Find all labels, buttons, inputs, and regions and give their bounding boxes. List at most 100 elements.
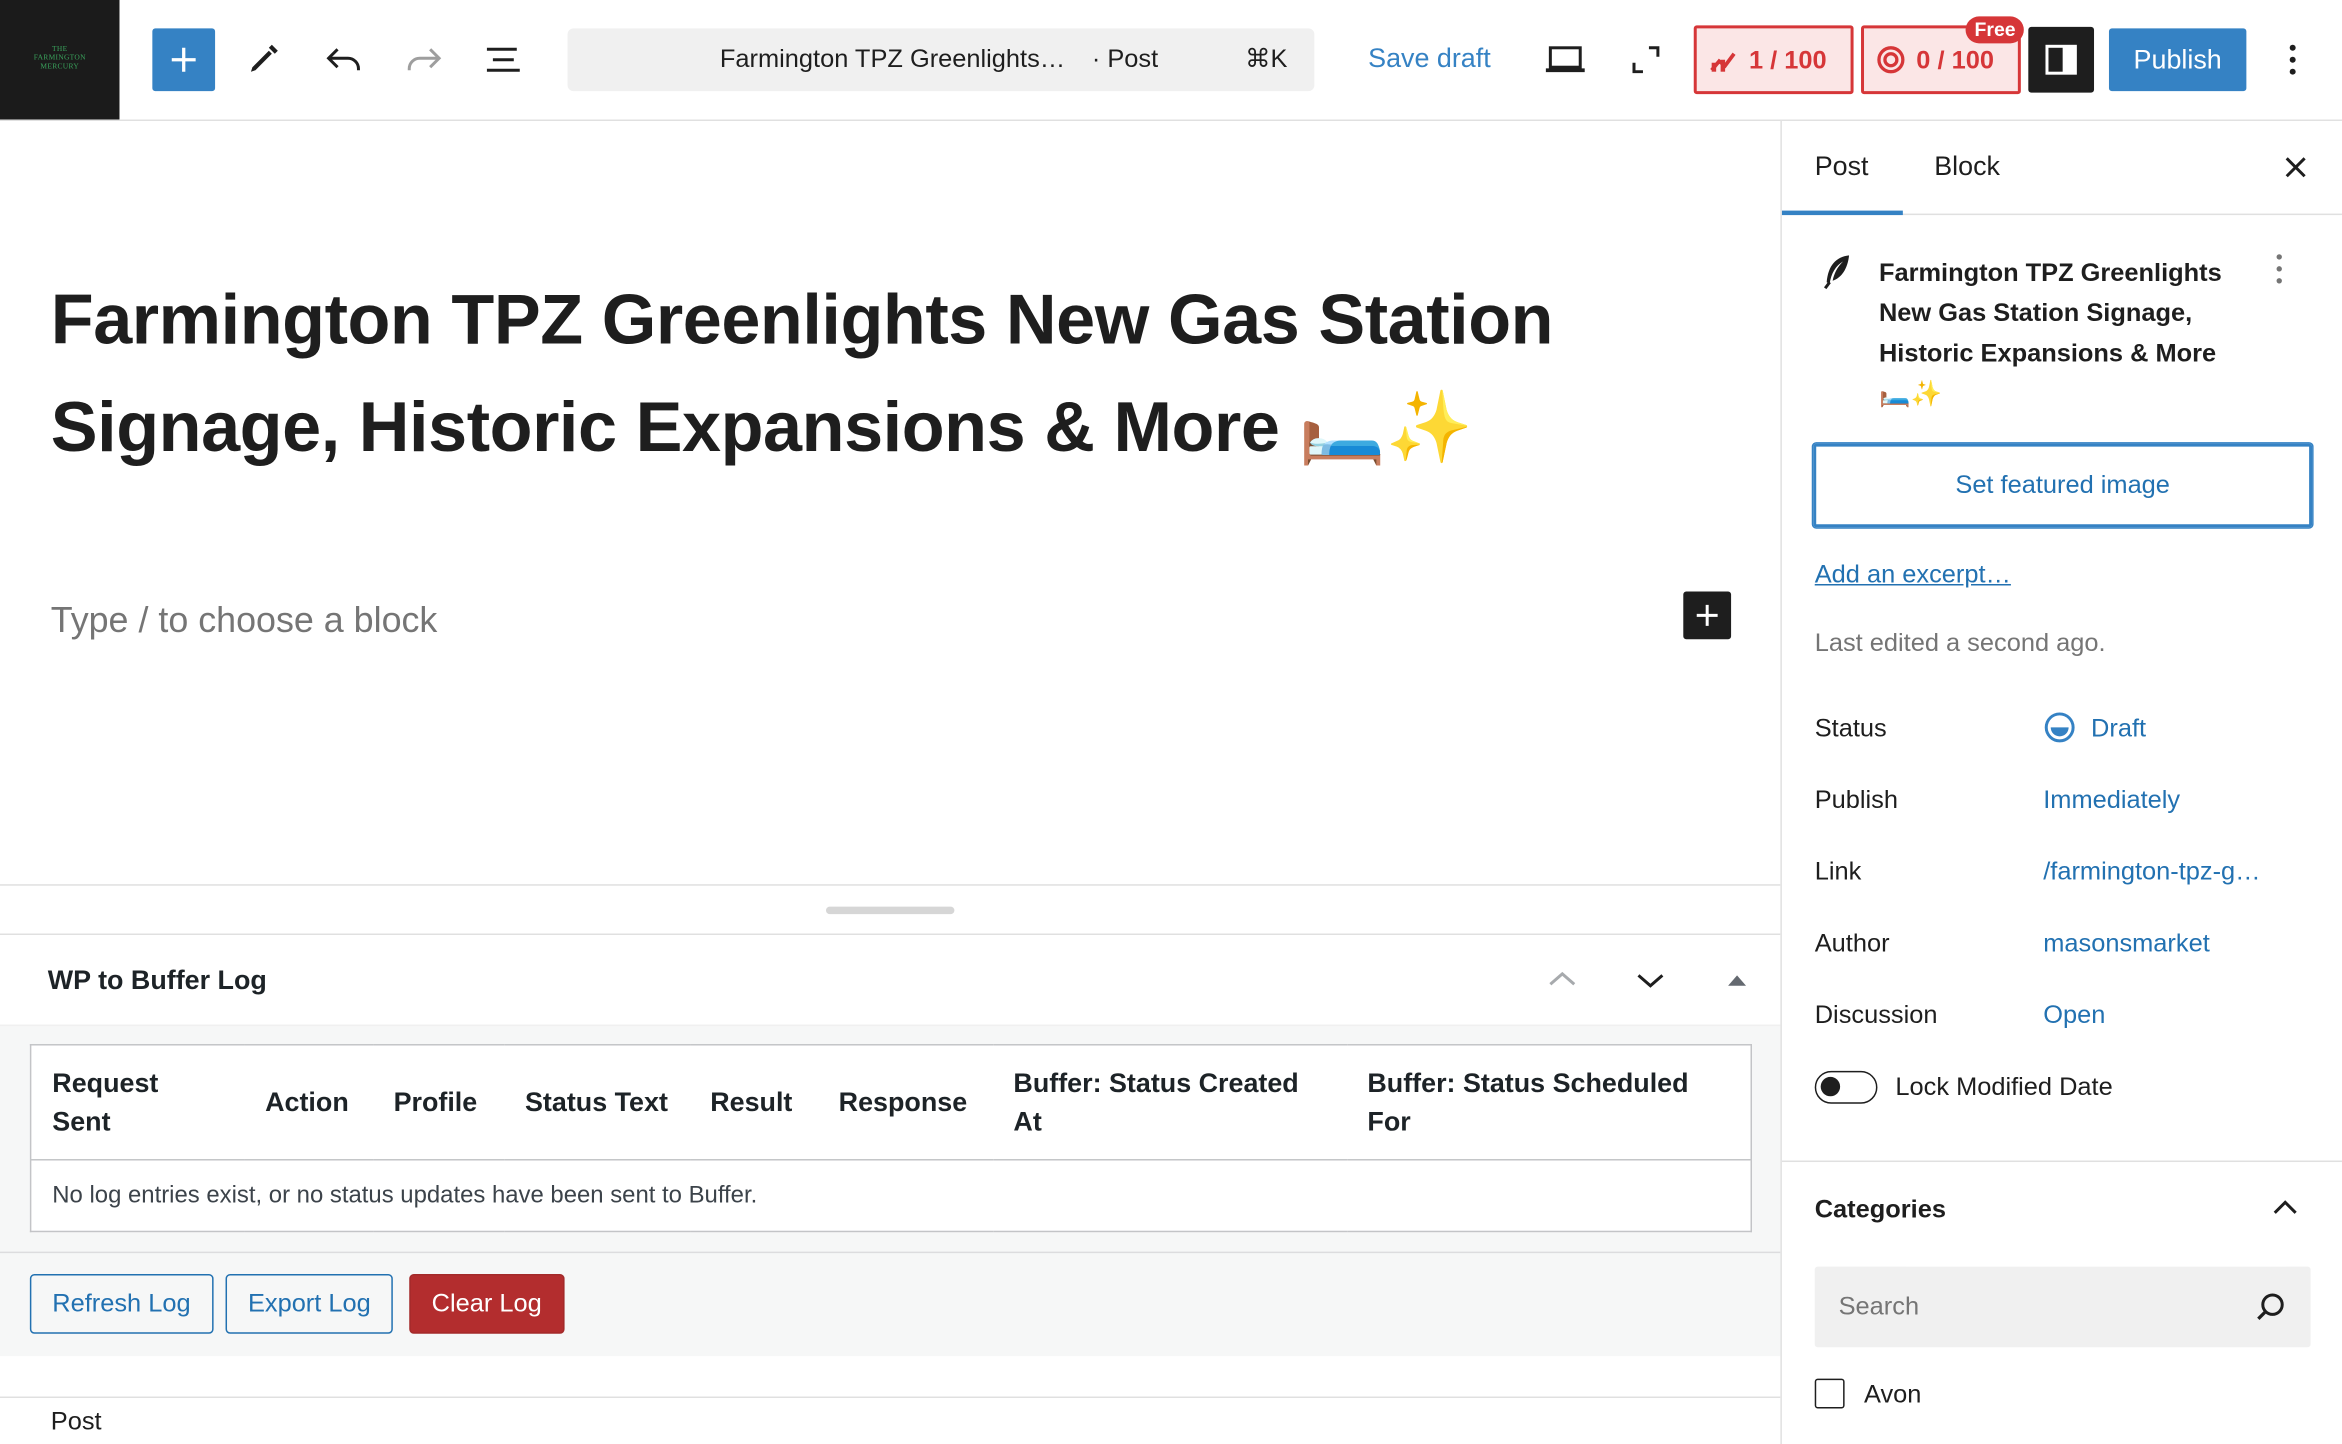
categories-panel: Categories Avon bbox=[1781, 1160, 2342, 1444]
status-value-button[interactable]: Draft bbox=[2091, 714, 2146, 744]
search-icon bbox=[2257, 1293, 2284, 1321]
table-row: No log entries exist, or no status updat… bbox=[31, 1160, 1752, 1232]
empty-log-message: No log entries exist, or no status updat… bbox=[52, 1182, 758, 1208]
site-logo-line: FARMINGTON bbox=[33, 55, 86, 63]
seo-score-value: 1 / 100 bbox=[1749, 46, 1827, 75]
add-block-button[interactable] bbox=[1683, 591, 1732, 640]
site-logo-line: MERCURY bbox=[40, 64, 80, 72]
pencil-icon bbox=[250, 44, 278, 72]
post-title-input[interactable]: Farmington TPZ Greenlights New Gas Stati… bbox=[51, 266, 1664, 481]
lock-modified-date-label: Lock Modified Date bbox=[1895, 1072, 2113, 1101]
editor-header: THE FARMINGTON MERCURY Farmington TPZ Gr… bbox=[0, 0, 2342, 121]
sidebar-icon bbox=[2045, 44, 2077, 75]
categories-panel-title[interactable]: Categories bbox=[1815, 1195, 1946, 1225]
breadcrumb-post[interactable]: Post bbox=[51, 1407, 102, 1437]
column-header: Response bbox=[817, 1044, 993, 1161]
column-header: Action bbox=[244, 1044, 373, 1161]
category-search-box bbox=[1814, 1266, 2311, 1348]
table-header-row: Request Sent Action Profile Status Text … bbox=[30, 1044, 1752, 1161]
export-log-button[interactable]: Export Log bbox=[225, 1274, 394, 1334]
column-header: Status Text bbox=[504, 1044, 690, 1161]
laptop-icon bbox=[1545, 46, 1585, 73]
site-logo-line: THE bbox=[52, 46, 68, 54]
lock-modified-date-toggle[interactable] bbox=[1814, 1070, 1878, 1104]
toggle-knob bbox=[1820, 1076, 1841, 1097]
metabox-title: WP to Buffer Log bbox=[47, 964, 267, 995]
plus-icon bbox=[1696, 604, 1718, 626]
document-bar[interactable]: Farmington TPZ Greenlights… · Post ⌘K bbox=[567, 28, 1315, 92]
redo-button[interactable] bbox=[393, 28, 456, 91]
tab-block[interactable]: Block bbox=[1934, 151, 2000, 182]
refresh-log-button[interactable]: Refresh Log bbox=[29, 1274, 214, 1334]
category-search-input[interactable] bbox=[1814, 1266, 2248, 1348]
column-header: Buffer: Status Created At bbox=[992, 1044, 1347, 1161]
plus-icon bbox=[171, 47, 196, 72]
list-view-icon bbox=[486, 47, 520, 72]
clear-log-button[interactable]: Clear Log bbox=[409, 1274, 565, 1334]
buffer-log-table: Request Sent Action Profile Status Text … bbox=[29, 1044, 1752, 1233]
discussion-button[interactable]: Open bbox=[2043, 1001, 2105, 1031]
metabox-body: Request Sent Action Profile Status Text … bbox=[0, 1024, 1781, 1357]
target-icon bbox=[1877, 46, 1905, 74]
publish-date-button[interactable]: Immediately bbox=[2043, 786, 2180, 816]
feather-icon bbox=[1823, 255, 1850, 290]
category-label: Avon bbox=[1864, 1380, 1922, 1409]
sidebar-post-title: Farmington TPZ Greenlights New Gas Stati… bbox=[1878, 258, 2222, 408]
wp-to-buffer-log-metabox: WP to Buffer Log Request Sent Action Pro… bbox=[0, 934, 1781, 1357]
undo-button[interactable] bbox=[312, 28, 375, 91]
empty-block-placeholder[interactable]: Type / to choose a block bbox=[51, 600, 438, 642]
app-root: THE FARMINGTON MERCURY Farmington TPZ Gr… bbox=[0, 0, 2342, 1444]
discussion-label: Discussion bbox=[1814, 1000, 1938, 1030]
publish-button[interactable]: Publish bbox=[2108, 28, 2247, 92]
undo-icon bbox=[326, 48, 360, 71]
site-logo-button[interactable]: THE FARMINGTON MERCURY bbox=[0, 0, 120, 120]
fullscreen-icon bbox=[1632, 46, 1660, 74]
add-excerpt-link[interactable]: Add an excerpt… bbox=[1815, 560, 2011, 590]
chevron-up-icon[interactable] bbox=[2269, 1192, 2302, 1225]
document-type: · Post bbox=[1091, 44, 1159, 74]
author-button[interactable]: masonsmarket bbox=[2043, 929, 2210, 959]
chart-icon bbox=[1710, 52, 1736, 72]
resize-handle[interactable] bbox=[825, 906, 955, 915]
tools-button[interactable] bbox=[232, 28, 295, 91]
last-edited-text: Last edited a second ago. bbox=[1814, 628, 2106, 658]
command-shortcut: ⌘K bbox=[1245, 44, 1288, 74]
collapse-toggle-icon[interactable] bbox=[1725, 971, 1749, 989]
log-actions: Refresh Log Export Log Clear Log bbox=[0, 1251, 1781, 1357]
set-featured-image-button[interactable]: Set featured image bbox=[1813, 443, 2313, 528]
document-overview-button[interactable] bbox=[472, 28, 535, 91]
sidebar-tabs: Post Block bbox=[1781, 121, 2342, 216]
block-breadcrumb-footer: Post bbox=[0, 1396, 1781, 1444]
column-header: Profile bbox=[372, 1044, 505, 1161]
redo-icon bbox=[407, 48, 442, 71]
post-actions-ellipsis-icon[interactable] bbox=[2275, 252, 2284, 285]
chevron-up-icon[interactable] bbox=[1544, 962, 1580, 998]
editor-canvas: Farmington TPZ Greenlights New Gas Stati… bbox=[0, 122, 1781, 885]
tab-post[interactable]: Post bbox=[1815, 151, 1869, 182]
settings-sidebar: Post Block Farmington TPZ Greenlights Ne… bbox=[1780, 120, 2342, 1444]
seo-score-badge[interactable]: 1 / 100 bbox=[1693, 25, 1854, 95]
document-title: Farmington TPZ Greenlights… bbox=[719, 44, 1066, 74]
metabox-resize-bar[interactable] bbox=[0, 884, 1781, 935]
category-checkbox[interactable] bbox=[1814, 1378, 1845, 1409]
fullscreen-button[interactable] bbox=[1615, 28, 1678, 91]
link-label: Link bbox=[1814, 857, 1862, 886]
block-inserter-button[interactable] bbox=[152, 28, 216, 92]
options-menu-button[interactable] bbox=[2261, 28, 2324, 91]
preview-button[interactable] bbox=[1534, 28, 1597, 91]
column-header: Buffer: Status Scheduled For bbox=[1346, 1044, 1752, 1161]
active-tab-indicator bbox=[1781, 210, 1903, 216]
vertical-ellipsis-icon bbox=[2289, 44, 2296, 75]
column-header: Request Sent bbox=[30, 1044, 245, 1161]
publish-label: Publish bbox=[1814, 785, 1899, 815]
chevron-down-icon[interactable] bbox=[1633, 962, 1669, 998]
author-label: Author bbox=[1814, 929, 1890, 958]
close-icon[interactable] bbox=[2281, 152, 2311, 182]
save-draft-button[interactable]: Save draft bbox=[1368, 43, 1491, 74]
column-header: Result bbox=[689, 1044, 818, 1161]
readability-score-value: 0 / 100 bbox=[1916, 46, 1994, 75]
permalink-button[interactable]: /farmington-tpz-g… bbox=[2043, 857, 2260, 887]
draft-status-icon bbox=[2044, 712, 2075, 743]
settings-sidebar-toggle[interactable] bbox=[2028, 26, 2095, 93]
status-label: Status bbox=[1814, 713, 1887, 743]
